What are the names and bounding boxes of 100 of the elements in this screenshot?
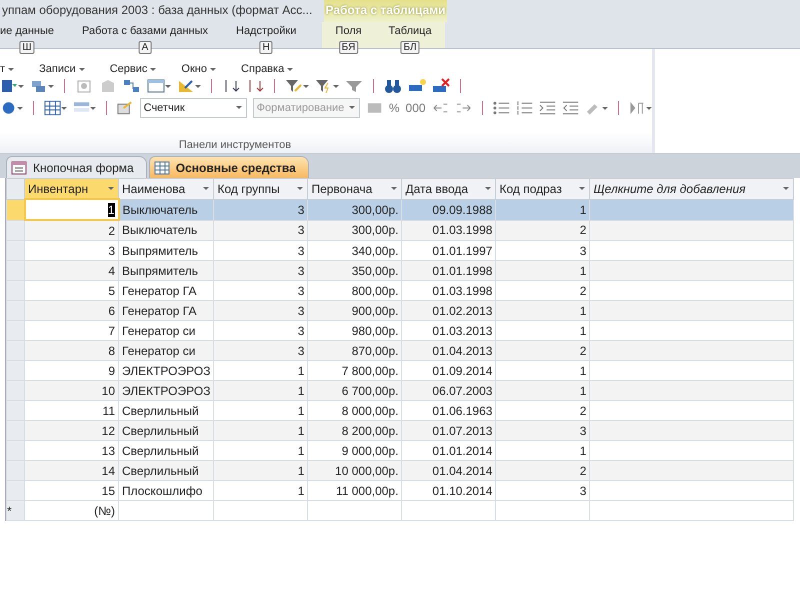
table-cell: 06.07.2003: [402, 380, 496, 400]
form-icon: [11, 160, 27, 174]
table-cell: 300,00р.: [308, 199, 402, 220]
relationships-icon[interactable]: [123, 78, 141, 94]
data-type-dropdown[interactable]: Счетчик: [140, 98, 247, 118]
table-cell: 2: [496, 460, 590, 480]
key-tip: А: [138, 41, 152, 54]
table-cell: 2: [24, 220, 118, 240]
document-tab[interactable]: Основные средства: [148, 156, 309, 178]
bulleted-list-icon[interactable]: [492, 100, 510, 116]
table-cell: 15: [24, 480, 118, 500]
menu-item[interactable]: т: [0, 63, 16, 75]
filter-pencil-icon[interactable]: [285, 78, 309, 94]
filter-lightning-icon[interactable]: [315, 78, 339, 94]
table-cell: 1: [496, 260, 590, 280]
gridlines-icon[interactable]: [44, 100, 67, 116]
table-cell: 10 000,00р.: [308, 460, 402, 480]
table-cell: Выключатель: [118, 220, 214, 240]
column-header[interactable]: Щелкните для добавления: [590, 178, 794, 199]
contextual-tab-group-label: Работа с таблицами: [324, 0, 447, 22]
table-cell: Плоскошлифо: [118, 480, 214, 500]
new-row-marker: *: [6, 500, 24, 520]
outdent-icon[interactable]: [562, 100, 580, 116]
column-header[interactable]: Дата ввода: [402, 178, 496, 199]
table-cell: 8: [24, 340, 118, 360]
table-cell: (№): [24, 500, 118, 520]
new-record-icon[interactable]: [408, 78, 426, 94]
table-cell: ЭЛЕКТРОЭРОЗ: [118, 380, 214, 400]
table-cell: 14: [24, 460, 118, 480]
key-tip: БЛ: [400, 41, 420, 54]
table-icon: [154, 160, 170, 174]
table-cell: 2: [496, 220, 590, 240]
window-title: уппам оборудования 2003 : база данных (формат Acc...: [1, 2, 314, 19]
percent-button[interactable]: %: [388, 101, 400, 115]
indent-icon[interactable]: [539, 100, 556, 116]
table-cell: 3: [214, 220, 308, 240]
table-cell: 12: [24, 420, 118, 440]
key-tip: Н: [260, 41, 273, 54]
table-cell: 6 700,00р.: [308, 380, 402, 400]
table-cell: 01.07.2013: [402, 420, 496, 440]
menu-item[interactable]: Сервис: [110, 63, 158, 75]
table-cell: 870,00р.: [308, 340, 402, 360]
table-cell: 6: [24, 300, 118, 320]
group-label: Панели инструментов: [178, 139, 292, 153]
table-cell: 3: [214, 260, 308, 280]
table-cell: 300,00р.: [308, 220, 402, 240]
document-tab[interactable]: Кнопочная форма: [6, 156, 147, 178]
caret-icon: [348, 106, 356, 110]
numbered-list-icon[interactable]: [516, 100, 534, 116]
table-cell: 3: [214, 340, 308, 360]
table-cell: 01.04.2013: [402, 340, 496, 360]
thousands-button[interactable]: 000: [406, 101, 426, 115]
word-export-icon[interactable]: [0, 78, 24, 94]
menu-item[interactable]: Окно: [181, 63, 218, 75]
menu-item[interactable]: Справка: [241, 63, 294, 75]
column-header[interactable]: Инвентарн: [24, 178, 118, 199]
table-cell: 01.10.2014: [402, 480, 496, 500]
caret-icon: [485, 186, 492, 191]
paragraph-direction-icon[interactable]: [629, 100, 652, 116]
delete-record-icon[interactable]: [432, 78, 450, 94]
table-cell: 3: [214, 300, 308, 320]
help-icon[interactable]: [0, 100, 23, 116]
table-cell: 1: [214, 460, 308, 480]
table-cell: 3: [214, 199, 308, 220]
stacked-windows-icon[interactable]: [30, 78, 54, 94]
binoculars-icon[interactable]: [384, 78, 402, 94]
table-cell: Выключатель: [118, 199, 214, 220]
caret-icon: [150, 68, 158, 72]
table-cell: 1: [214, 420, 308, 440]
ruler-pencil-icon[interactable]: [177, 78, 201, 94]
table-cell: 350,00р.: [308, 260, 402, 280]
table-cell: 3: [496, 480, 590, 500]
table-cell: 4: [24, 260, 118, 280]
caret-icon: [287, 68, 294, 72]
table-cell: 1: [214, 380, 308, 400]
caret-icon: [391, 186, 398, 191]
window-icon[interactable]: [147, 78, 171, 94]
column-header[interactable]: Первонача: [308, 178, 402, 199]
caret-icon: [783, 186, 790, 191]
menu-item[interactable]: Записи: [39, 63, 86, 75]
table-cell: Сверлильный: [118, 420, 214, 440]
table-cell: Выпрямитель: [118, 260, 214, 280]
table-cell: 1: [214, 480, 308, 500]
column-header[interactable]: Код подраз: [496, 178, 590, 199]
caret-icon: [210, 68, 218, 72]
caret-icon: [579, 186, 586, 191]
column-header[interactable]: Наименова: [118, 178, 214, 199]
table-cell: 2: [496, 340, 590, 360]
table-cell: 01.01.1998: [402, 260, 496, 280]
table-cell: 8 200,00р.: [308, 420, 402, 440]
table-cell: 1: [24, 199, 118, 220]
table-cell: Генератор си: [118, 340, 214, 360]
caret-icon: [236, 106, 243, 110]
filter-icon[interactable]: [345, 78, 363, 94]
table-cell: 01.02.2013: [402, 300, 496, 320]
caret-icon: [203, 186, 210, 191]
table-cell: 11 000,00р.: [308, 480, 402, 500]
column-header[interactable]: Код группы: [214, 178, 308, 199]
data-type-icon[interactable]: [116, 100, 134, 116]
caret-icon: [108, 186, 115, 190]
